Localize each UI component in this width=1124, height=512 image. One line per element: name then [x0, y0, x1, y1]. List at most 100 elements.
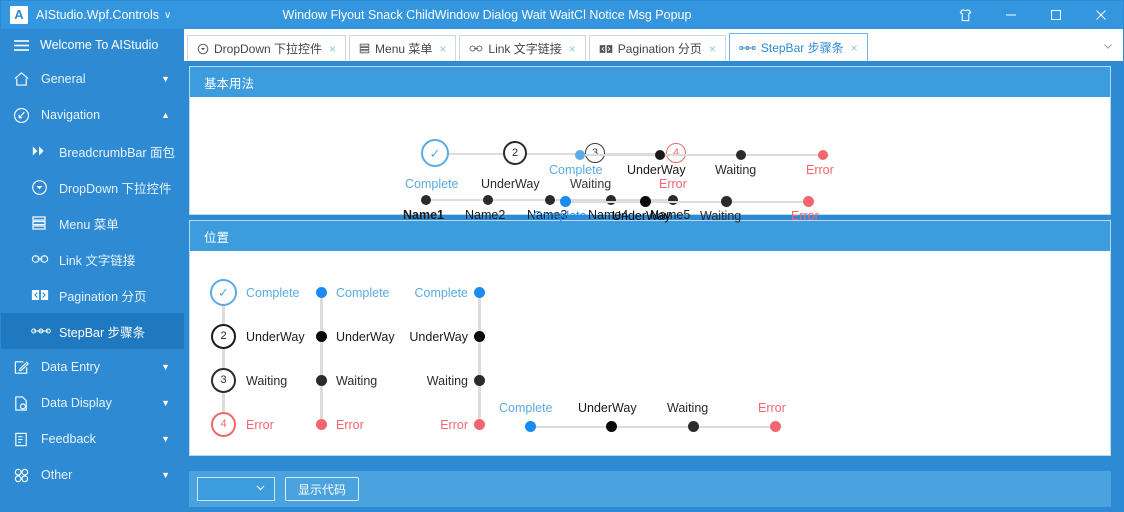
step-dot[interactable]: [668, 195, 678, 205]
step-dot-complete[interactable]: [525, 421, 536, 432]
tab-pagination[interactable]: Pagination 分页 ×: [588, 35, 726, 61]
step-circle-waiting[interactable]: 3: [585, 143, 605, 163]
sidebar-item-general[interactable]: General ▼: [1, 61, 184, 97]
grid-icon: [13, 467, 35, 484]
sidebar-item-label: Data Display: [41, 396, 112, 410]
sidebar-item-other[interactable]: Other ▼: [1, 457, 184, 493]
pagination-icon: [599, 44, 613, 54]
step-dot-waiting[interactable]: [736, 150, 746, 160]
step-dot-error[interactable]: [770, 421, 781, 432]
step-label: UnderWay: [578, 401, 637, 415]
step-label: Error: [659, 177, 687, 191]
close-icon[interactable]: ×: [851, 41, 858, 55]
step-label: UnderWay: [612, 209, 671, 223]
chevron-down-icon[interactable]: [1093, 31, 1123, 61]
sidebar-item-stepbar[interactable]: StepBar 步骤条: [1, 313, 184, 349]
close-icon[interactable]: ×: [439, 42, 446, 56]
chevron-down-icon[interactable]: [254, 481, 267, 497]
step-dot-underway[interactable]: [474, 331, 485, 342]
step-label: Error: [440, 418, 468, 432]
step-label: Waiting: [715, 163, 757, 177]
step-label: Complete: [533, 209, 587, 223]
sidebar-item-label: Feedback: [41, 432, 96, 446]
tab-label: StepBar 步骤条: [760, 41, 844, 55]
chevron-down-icon[interactable]: ▼: [161, 74, 170, 84]
step-dot[interactable]: [483, 195, 493, 205]
step-dot[interactable]: [545, 195, 555, 205]
step-dot-error[interactable]: [803, 196, 814, 207]
step-dot-waiting[interactable]: [688, 421, 699, 432]
step-dot-complete[interactable]: [474, 287, 485, 298]
step-dot-error[interactable]: [818, 150, 828, 160]
step-dot-underway[interactable]: [606, 421, 617, 432]
sidebar-item-label: Link 文字链接: [59, 253, 136, 268]
step-label: Name2: [465, 208, 506, 222]
chevron-down-icon[interactable]: ▼: [161, 470, 170, 480]
sidebar-item-label: General: [41, 72, 86, 86]
theme-select[interactable]: [197, 477, 275, 501]
tab-stepbar[interactable]: StepBar 步骤条 ×: [728, 33, 868, 61]
close-icon[interactable]: ×: [709, 42, 716, 56]
card-body: ✓ Complete 2 UnderWay 3 Waiting 4 Error: [190, 97, 1110, 223]
tab-label: Pagination 分页: [617, 42, 702, 56]
document-search-icon: [13, 395, 35, 412]
maximize-icon[interactable]: [1033, 1, 1078, 29]
sidebar-item-data-display[interactable]: Data Display ▼: [1, 385, 184, 421]
hamburger-icon[interactable]: [13, 39, 30, 52]
step-dot-waiting[interactable]: [721, 196, 732, 207]
sidebar-item-label: Data Entry: [41, 360, 101, 374]
tab-menu[interactable]: Menu 菜单 ×: [349, 35, 457, 61]
minimize-icon[interactable]: [988, 1, 1033, 29]
sidebar-item-pagination[interactable]: Pagination 分页: [1, 277, 184, 313]
chevron-down-icon[interactable]: ▼: [161, 362, 170, 372]
tab-link[interactable]: Link 文字链接 ×: [459, 35, 586, 61]
sidebar-item-breadcrumbbar[interactable]: BreadcrumbBar 面包: [1, 133, 184, 169]
sidebar-item-navigation[interactable]: Navigation ▲: [1, 97, 184, 133]
close-icon[interactable]: ×: [569, 42, 576, 56]
step-dot-underway[interactable]: [640, 196, 651, 207]
app-logo-icon: A: [10, 6, 28, 24]
close-icon[interactable]: ×: [329, 42, 336, 56]
step-dot[interactable]: [421, 195, 431, 205]
edit-icon: [13, 359, 35, 376]
chevrons-icon: [31, 144, 53, 158]
chevron-up-icon[interactable]: ▲: [161, 110, 170, 120]
navigate-icon: [13, 107, 35, 124]
sidebar-item-data-entry[interactable]: Data Entry ▼: [1, 349, 184, 385]
step-label: Complete: [414, 286, 469, 300]
sidebar-item-menu[interactable]: Menu 菜单: [1, 205, 184, 241]
tab-dropdown[interactable]: DropDown 下拉控件 ×: [187, 35, 347, 61]
sidebar-item-link[interactable]: Link 文字链接: [1, 241, 184, 277]
step-dot-complete[interactable]: [560, 196, 571, 207]
step-circle-complete[interactable]: ✓: [421, 139, 449, 167]
step-dot-underway[interactable]: [655, 150, 665, 160]
pagination-icon: [31, 288, 53, 302]
step-dot-complete[interactable]: [575, 150, 585, 160]
close-icon[interactable]: [1078, 1, 1123, 29]
step-label: UnderWay: [409, 330, 468, 344]
tshirt-icon[interactable]: [943, 1, 988, 29]
stepbar-connector-line: [320, 295, 323, 425]
title-bar: A AIStudio.Wpf.Controls ∨ Window Flyout …: [1, 1, 1123, 29]
application-window: A AIStudio.Wpf.Controls ∨ Window Flyout …: [0, 0, 1124, 512]
step-label: Name1: [403, 208, 444, 222]
sidebar-item-feedback[interactable]: Feedback ▼: [1, 421, 184, 457]
dropdown-icon: [197, 43, 209, 55]
step-dot-error[interactable]: [474, 419, 485, 430]
step-label: Complete: [405, 177, 459, 191]
chevron-down-icon[interactable]: ▼: [161, 434, 170, 444]
step-circle-error[interactable]: 4: [666, 143, 686, 163]
step-dot-waiting[interactable]: [474, 375, 485, 386]
sidebar-header[interactable]: Welcome To AIStudio: [1, 29, 184, 61]
sidebar-item-label: Other: [41, 468, 73, 482]
app-menu-chevron-icon[interactable]: ∨: [164, 10, 171, 21]
sidebar-item-dropdown[interactable]: DropDown 下拉控件: [1, 169, 184, 205]
sidebar-item-label: Navigation: [41, 108, 101, 122]
show-code-button[interactable]: 显示代码: [285, 477, 360, 501]
step-circle-underway[interactable]: 2: [503, 141, 527, 165]
step-dot[interactable]: [606, 195, 616, 205]
tab-label: Link 文字链接: [488, 42, 562, 56]
chevron-down-icon[interactable]: ▼: [161, 398, 170, 408]
step-label: UnderWay: [627, 163, 686, 177]
stepbar-icon: [31, 326, 53, 336]
